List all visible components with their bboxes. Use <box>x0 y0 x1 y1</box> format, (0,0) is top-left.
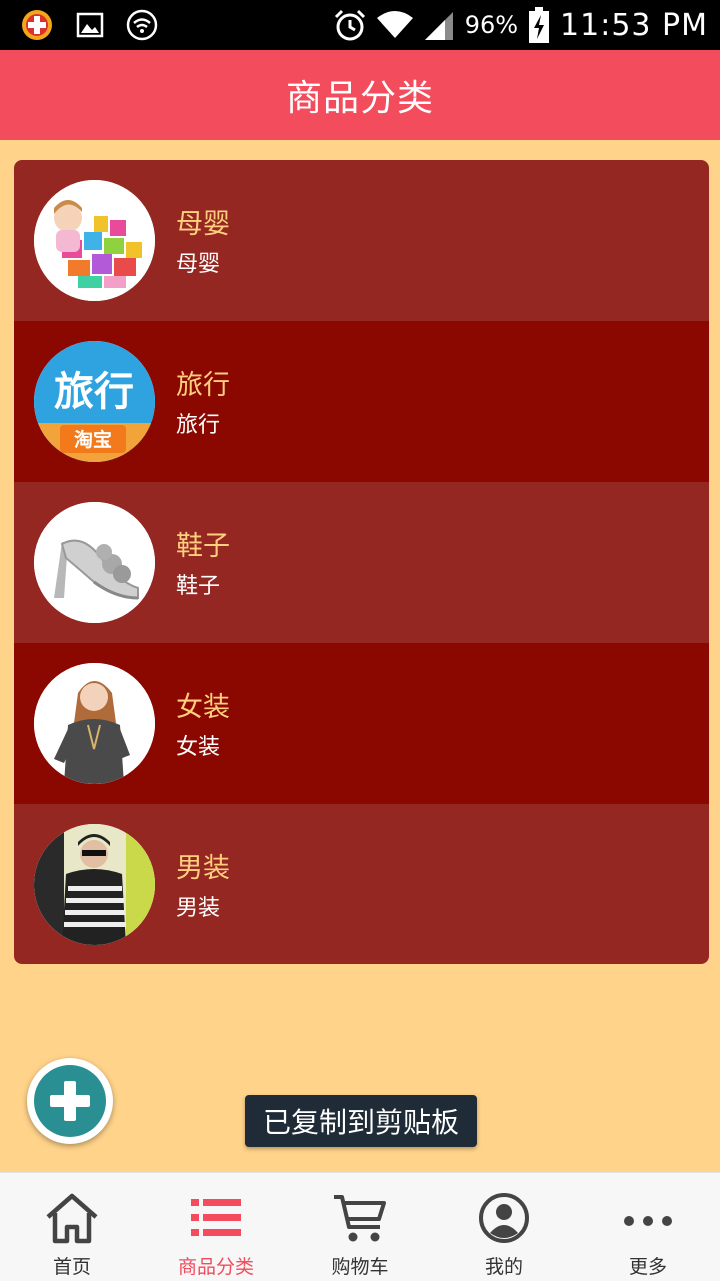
alarm-icon <box>334 9 365 41</box>
more-icon <box>624 1216 672 1226</box>
category-item-baby[interactable]: 母婴 母婴 <box>14 160 709 321</box>
nav-item-more[interactable]: 更多 <box>576 1173 720 1281</box>
signal-icon <box>424 12 453 40</box>
category-desc: 母婴 <box>176 252 221 277</box>
category-thumb-women <box>34 663 155 784</box>
toast-message: 已复制到剪贴板 <box>245 1095 477 1147</box>
status-bar: 96% 11:53 PM <box>0 0 720 50</box>
home-icon <box>46 1193 98 1244</box>
category-list: 母婴 母婴 旅行 淘宝 旅行 旅行 鞋子 鞋子 女装 女装 男装 男装 <box>14 160 709 964</box>
category-thumb-men <box>34 824 155 945</box>
nav-label: 我的 <box>484 1256 523 1278</box>
battery-percent: 96% <box>464 11 519 39</box>
user-icon <box>479 1193 529 1243</box>
wifi-circle-icon <box>126 9 158 41</box>
nav-item-cart[interactable]: 购物车 <box>288 1173 432 1281</box>
nav-label: 首页 <box>52 1256 91 1278</box>
nav-label: 商品分类 <box>177 1256 254 1278</box>
nav-item-categories[interactable]: 商品分类 <box>144 1173 288 1281</box>
category-thumb-shoes <box>34 502 155 623</box>
clock: 11:53 PM <box>560 7 708 43</box>
nav-label: 购物车 <box>331 1256 389 1278</box>
nav-label: 更多 <box>628 1256 667 1278</box>
nav-item-home[interactable]: 首页 <box>0 1173 144 1281</box>
category-desc: 女装 <box>176 735 221 760</box>
category-item-shoes[interactable]: 鞋子 鞋子 <box>14 482 709 643</box>
cart-icon <box>334 1195 386 1242</box>
add-button[interactable] <box>27 1058 113 1144</box>
list-icon <box>191 1199 241 1236</box>
category-item-men[interactable]: 男装 男装 <box>14 804 709 964</box>
category-name: 男装 <box>176 853 230 884</box>
category-desc: 男装 <box>176 896 221 921</box>
page-title: 商品分类 <box>285 78 434 119</box>
battery-charging-icon <box>529 7 550 43</box>
category-desc: 旅行 <box>176 413 221 438</box>
bottom-nav: 首页 商品分类 购物车 我的 更多 <box>0 1172 720 1281</box>
category-name: 鞋子 <box>176 531 230 562</box>
category-item-travel[interactable]: 旅行 淘宝 旅行 旅行 <box>14 321 709 482</box>
category-name: 旅行 <box>176 370 230 401</box>
category-name: 女装 <box>176 692 230 723</box>
nav-item-mine[interactable]: 我的 <box>432 1173 576 1281</box>
category-desc: 鞋子 <box>176 574 221 599</box>
category-thumb-travel: 旅行 淘宝 <box>34 341 155 462</box>
travel-logo-text: 旅行 <box>54 369 134 415</box>
plus-icon <box>50 1081 90 1121</box>
image-icon <box>76 12 104 38</box>
category-thumb-baby <box>34 180 155 301</box>
app-notification-icon <box>22 10 52 40</box>
category-item-women[interactable]: 女装 女装 <box>14 643 709 804</box>
category-name: 母婴 <box>176 209 230 240</box>
wifi-icon <box>376 11 413 38</box>
app-bar: 商品分类 <box>0 50 720 140</box>
travel-logo-sub: 淘宝 <box>74 428 112 451</box>
